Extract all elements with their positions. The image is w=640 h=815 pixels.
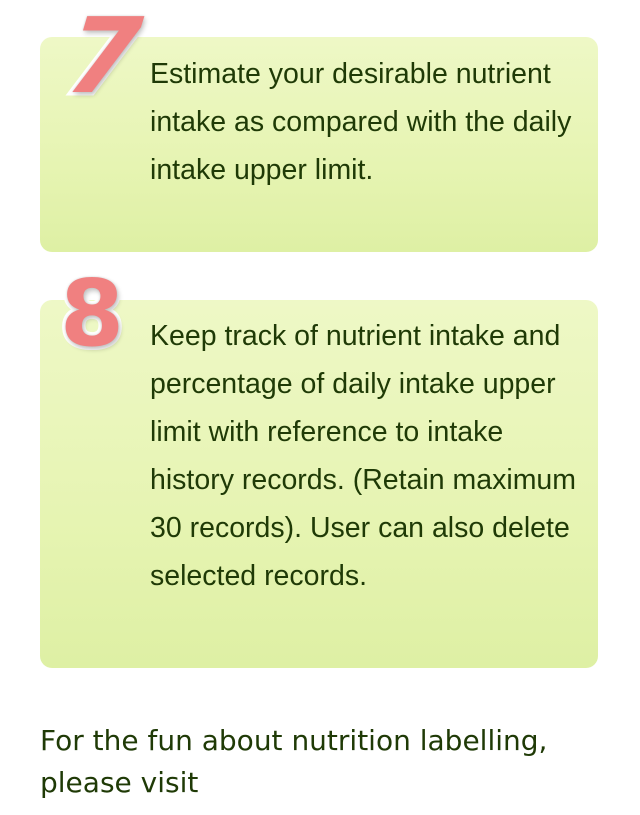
step-8-description: Keep track of nutrient intake and percen… xyxy=(150,320,577,592)
step-7-description: Estimate your desirable nutrient intake … xyxy=(150,58,572,186)
step-7-number-badge: 7 xyxy=(58,0,150,121)
footer-text: For the fun about nutrition labelling, p… xyxy=(40,724,548,799)
step-8-number-badge: 8 xyxy=(56,260,127,367)
